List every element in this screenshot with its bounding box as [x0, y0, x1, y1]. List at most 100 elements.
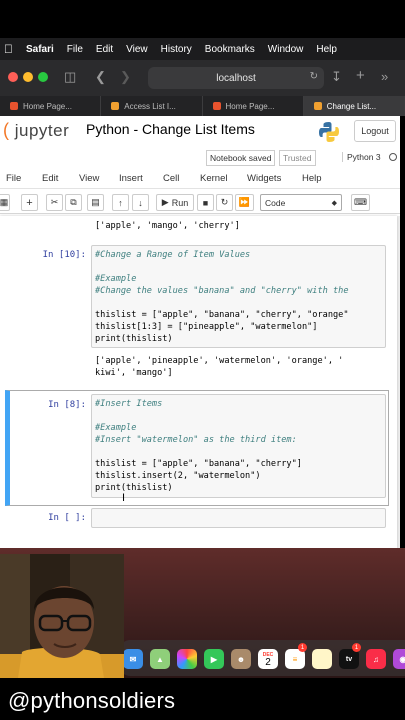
menu-window[interactable]: Window [268, 44, 304, 55]
close-window-button[interactable] [8, 72, 18, 82]
code-line: #Example [95, 423, 137, 433]
cell-output-10-line1: ['apple', 'pineapple', 'watermelon', 'or… [95, 356, 344, 366]
address-bar[interactable]: localhost ↻ [148, 67, 324, 89]
move-down-icon[interactable]: ↓ [132, 194, 149, 211]
favicon-icon [111, 102, 120, 110]
music-icon[interactable]: ♫ [366, 649, 386, 669]
move-up-icon[interactable]: ↑ [112, 194, 129, 211]
jmenu-edit[interactable]: Edit [42, 173, 58, 184]
zoom-window-button[interactable] [38, 72, 48, 82]
tab-home-page-2[interactable]: Home Page... [203, 96, 304, 116]
forward-icon[interactable]: ❯ [120, 69, 131, 85]
download-icon[interactable]: ↧ [331, 69, 342, 85]
run-button[interactable]: ▶ Run [156, 194, 194, 211]
trusted-badge[interactable]: Trusted [279, 150, 316, 166]
minimize-window-button[interactable] [23, 72, 33, 82]
previous-output: ['apple', 'mango', 'cherry'] [95, 221, 240, 231]
notebook-container: ['apple', 'mango', 'cherry'] In [10]: #C… [0, 216, 397, 548]
favicon-icon [313, 102, 322, 110]
menu-edit[interactable]: Edit [96, 44, 113, 55]
reload-icon[interactable]: ↻ [310, 71, 318, 82]
menu-help[interactable]: Help [316, 44, 337, 55]
text-cursor-icon: I [122, 492, 126, 504]
code-line: #Insert "watermelon" as the third item: [95, 435, 297, 445]
code-line: print(thislist) [95, 483, 173, 493]
mac-menu-bar:  Safari File Edit View History Bookmark… [0, 38, 405, 60]
jmenu-view[interactable]: View [79, 173, 99, 184]
code-line: #Change a Range of Item Values [95, 250, 251, 260]
screen:  Safari File Edit View History Bookmark… [0, 0, 405, 720]
code-line: thislist = ["apple", "banana", "cherry",… [95, 310, 349, 320]
jmenu-insert[interactable]: Insert [119, 173, 143, 184]
reminders-badge: 1 [298, 643, 307, 652]
cell-output-10-line2: kiwi', 'mango'] [95, 368, 173, 378]
jmenu-kernel[interactable]: Kernel [200, 173, 227, 184]
menu-app-name[interactable]: Safari [26, 44, 54, 55]
jupyter-logo[interactable]: ( jupyter [3, 120, 69, 141]
contacts-icon[interactable]: ☻ [231, 649, 251, 669]
tab-bar: Home Page... Access List I... Home Page.… [0, 96, 405, 116]
cut-icon[interactable]: ✂ [46, 194, 63, 211]
interrupt-icon[interactable]: ■ [197, 194, 214, 211]
code-line: #Change the values "banana" and "cherry"… [95, 286, 349, 296]
notebook-status-row: Notebook saved Trusted Python 3 [0, 149, 400, 167]
save-icon[interactable]: ▦ [0, 194, 10, 211]
code-line: #Example [95, 274, 137, 284]
photos-icon[interactable] [177, 649, 197, 669]
notebook-area: ['apple', 'mango', 'cherry'] In [10]: #C… [0, 216, 400, 548]
overflow-icon[interactable]: » [381, 69, 388, 84]
apple-icon[interactable]:  [4, 42, 13, 56]
run-icon: ▶ [161, 197, 169, 207]
back-icon[interactable]: ❮ [95, 69, 106, 85]
reminders-icon[interactable]: ≡ [285, 649, 305, 669]
menu-view[interactable]: View [126, 44, 148, 55]
menu-history[interactable]: History [161, 44, 192, 55]
cell-prompt-8: In [8]: [48, 400, 86, 410]
podcasts-icon[interactable]: ◉ [393, 649, 405, 669]
code-cell-8[interactable]: #Insert Items #Example #Insert "watermel… [91, 394, 386, 498]
empty-code-cell[interactable] [91, 508, 386, 528]
mail-icon[interactable]: ✉ [123, 649, 143, 669]
notes-icon[interactable] [312, 649, 332, 669]
select-arrows-icon: ◆ [331, 199, 337, 207]
code-line: #Insert Items [95, 399, 163, 409]
jupyter-page: ( jupyter Python - Change List Items Log… [0, 116, 400, 548]
facetime-icon[interactable]: ▶ [204, 649, 224, 669]
code-line: thislist[1:3] = ["pineapple", "watermelo… [95, 322, 318, 332]
jmenu-widgets[interactable]: Widgets [247, 173, 281, 184]
cell-type-select[interactable]: Code ◆ [260, 194, 342, 211]
jmenu-file[interactable]: File [6, 173, 21, 184]
menu-file[interactable]: File [67, 44, 83, 55]
tab-home-page-1[interactable]: Home Page... [0, 96, 102, 116]
code-cell-10[interactable]: #Change a Range of Item Values #Example … [91, 245, 386, 348]
jupyter-header: ( jupyter Python - Change List Items Log… [0, 116, 400, 146]
notebook-title[interactable]: Python - Change List Items [86, 121, 255, 137]
sidebar-icon[interactable]: ◫ [64, 69, 76, 85]
insert-cell-icon[interactable]: + [21, 194, 38, 211]
new-tab-icon[interactable]: + [356, 67, 365, 84]
jmenu-cell[interactable]: Cell [163, 173, 179, 184]
kernel-name[interactable]: Python 3 [342, 152, 381, 162]
menu-bookmarks[interactable]: Bookmarks [205, 44, 255, 55]
jmenu-help[interactable]: Help [302, 173, 322, 184]
restart-run-all-icon[interactable]: ⏩ [235, 194, 254, 211]
tab-change-list[interactable]: Change List... [303, 96, 405, 116]
restart-icon[interactable]: ↻ [216, 194, 233, 211]
tv-badge: 1 [352, 643, 361, 652]
code-line: thislist.insert(2, "watermelon") [95, 471, 261, 481]
apple-tv-icon[interactable]: tv [339, 649, 359, 669]
python-logo-icon [319, 122, 339, 142]
logout-button[interactable]: Logout [354, 120, 396, 142]
tab-access-list[interactable]: Access List I... [101, 96, 203, 116]
keyboard-icon[interactable]: ⌨ [351, 194, 370, 211]
maps-icon[interactable]: ▲ [150, 649, 170, 669]
url-text: localhost [216, 72, 256, 84]
paste-icon[interactable]: ▤ [87, 194, 104, 211]
calendar-icon[interactable]: DEC 2 [258, 649, 278, 669]
copy-icon[interactable]: ⧉ [65, 194, 82, 211]
favicon-icon [212, 102, 221, 110]
